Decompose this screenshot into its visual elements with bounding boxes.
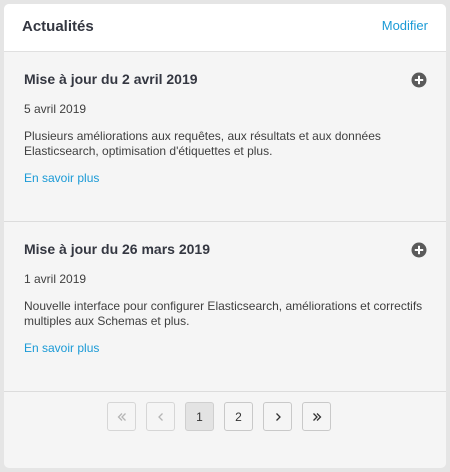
news-description: Plusieurs améliorations aux requêtes, au…	[24, 129, 381, 158]
card-title: Actualités	[22, 18, 94, 35]
page-button-2[interactable]: 2	[224, 402, 253, 431]
next-page-button[interactable]	[263, 402, 292, 431]
read-more-link[interactable]: En savoir plus	[24, 341, 99, 355]
news-date: 1 avril 2019	[24, 272, 87, 286]
chevron-right-icon	[275, 412, 281, 421]
news-item: Mise à jour du 2 avril 2019 5 avril 2019…	[4, 52, 446, 222]
pagination: 1 2	[107, 402, 331, 431]
double-chevron-right-icon	[312, 412, 321, 421]
prev-page-button[interactable]	[146, 402, 175, 431]
chevron-left-icon	[157, 412, 163, 421]
edit-link[interactable]: Modifier	[382, 18, 428, 33]
news-description: Nouvelle interface pour configurer Elast…	[24, 299, 423, 328]
news-card: Actualités Modifier Mise à jour du 2 avr…	[4, 4, 446, 468]
card-header: Actualités Modifier	[4, 4, 446, 52]
last-page-button[interactable]	[302, 402, 331, 431]
news-title: Mise à jour du 2 avril 2019	[24, 71, 198, 87]
plus-circle-icon[interactable]	[411, 72, 427, 88]
double-chevron-left-icon	[117, 412, 126, 421]
read-more-link[interactable]: En savoir plus	[24, 171, 99, 185]
first-page-button[interactable]	[107, 402, 136, 431]
news-item: Mise à jour du 26 mars 2019 1 avril 2019…	[4, 222, 446, 392]
page-button-1[interactable]: 1	[185, 402, 214, 431]
plus-circle-icon[interactable]	[411, 242, 427, 258]
news-date: 5 avril 2019	[24, 102, 87, 116]
news-title: Mise à jour du 26 mars 2019	[24, 241, 210, 257]
